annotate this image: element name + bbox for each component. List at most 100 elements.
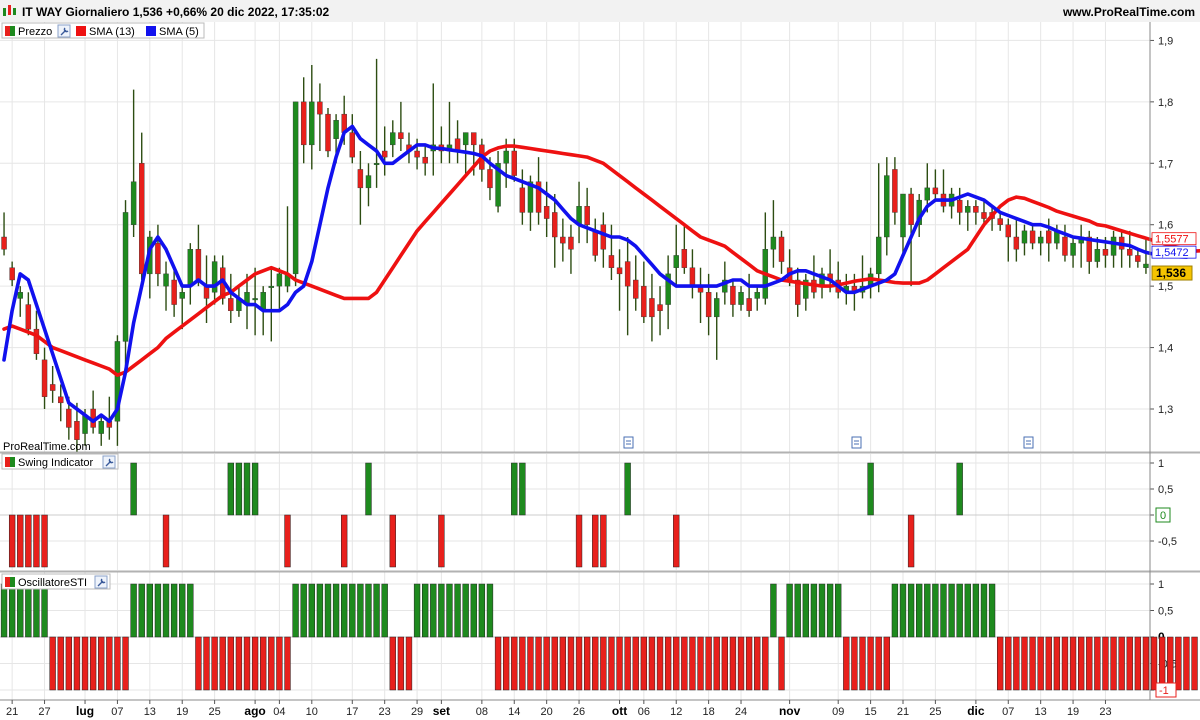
swing-bar xyxy=(600,514,607,568)
oscillator-bar xyxy=(778,636,785,691)
oscillator-bar xyxy=(1013,636,1020,691)
swing-bar xyxy=(511,462,518,516)
y-tick-label: 0,5 xyxy=(1158,606,1173,618)
oscillator-bar xyxy=(454,583,461,638)
swing-bar xyxy=(235,462,243,516)
oscillator-bar xyxy=(478,583,486,638)
oscillator-legend-swatch xyxy=(5,577,15,587)
x-tick-label: 21 xyxy=(6,706,18,718)
oscillator-bar xyxy=(8,583,16,638)
oscillator-bar xyxy=(802,583,809,638)
oscillator-bar xyxy=(73,636,81,691)
wrench-icon[interactable] xyxy=(102,455,116,469)
oscillator-bar xyxy=(65,636,73,691)
candle-body xyxy=(252,298,258,301)
candle-body xyxy=(300,101,307,146)
oscillator-bar xyxy=(357,583,364,638)
oscillator-bar xyxy=(664,636,672,691)
oscillator-bar xyxy=(276,636,283,691)
candle-body xyxy=(58,396,64,404)
oscillator-bar xyxy=(405,636,413,691)
swing-bar xyxy=(8,514,16,568)
oscillator-bar xyxy=(1142,636,1150,691)
x-tick-label: 15 xyxy=(864,706,876,718)
document-icon[interactable] xyxy=(623,436,634,449)
x-tick-label: set xyxy=(433,704,450,718)
oscillator-bar xyxy=(729,636,737,691)
oscillator-legend: OscillatoreSTI xyxy=(1,573,111,590)
candle-body xyxy=(471,132,477,146)
swing-bar xyxy=(162,514,170,568)
oscillator-bar xyxy=(162,583,170,638)
swing-bar xyxy=(624,462,631,516)
oscillator-bar xyxy=(41,583,48,638)
y-tick-label: 1,8 xyxy=(1158,97,1173,109)
candle-body xyxy=(519,187,526,213)
oscillator-bar xyxy=(575,636,583,691)
site-link[interactable]: www.ProRealTime.com xyxy=(1062,5,1195,19)
x-tick-label: nov xyxy=(779,704,801,718)
oscillator-bar xyxy=(268,636,275,691)
oscillator-bar xyxy=(219,636,226,691)
candle-body xyxy=(195,249,202,281)
wrench-icon[interactable] xyxy=(57,24,71,38)
wrench-icon[interactable] xyxy=(94,575,108,589)
oscillator-bar xyxy=(187,583,194,638)
candle-body xyxy=(592,230,598,256)
y-tick-label: 1,9 xyxy=(1158,35,1173,47)
x-tick-label: 08 xyxy=(476,706,488,718)
swing-legend-swatch xyxy=(5,457,15,467)
swing-indicator-label: Swing Indicator xyxy=(18,457,94,469)
oscillator-bar xyxy=(713,636,720,691)
candle-body xyxy=(357,169,364,189)
oscillator-bar xyxy=(195,636,202,691)
candle-body xyxy=(66,408,72,428)
candle-body xyxy=(309,101,315,146)
candle-body xyxy=(1110,236,1117,256)
oscillator-bar xyxy=(940,583,947,638)
candle-body xyxy=(325,113,331,152)
oscillator-bar xyxy=(203,636,210,691)
candle-body xyxy=(633,279,639,299)
swing-bar xyxy=(251,462,259,516)
candle-body xyxy=(1,236,7,250)
oscillator-bar xyxy=(737,636,745,691)
oscillator-bar xyxy=(754,636,761,691)
candle-body xyxy=(738,292,744,305)
x-tick-label: 13 xyxy=(1035,706,1047,718)
oscillator-bar xyxy=(988,583,996,638)
candle-body xyxy=(981,212,987,219)
candle-body xyxy=(187,249,194,287)
swing-bar xyxy=(907,514,915,568)
candle-body xyxy=(1070,242,1076,256)
candle-body xyxy=(398,132,404,139)
oscillator-bar xyxy=(519,636,526,691)
price-plot-bg xyxy=(0,22,1200,452)
x-tick-label: 21 xyxy=(897,706,909,718)
oscillator-bar xyxy=(438,583,445,638)
oscillator-bar xyxy=(462,583,469,638)
oscillator-bar xyxy=(316,583,324,638)
candle-body xyxy=(705,292,712,318)
candle-body xyxy=(511,150,517,176)
oscillator-bar xyxy=(851,636,858,691)
swing-legend: Swing Indicator xyxy=(1,453,119,470)
candle-body xyxy=(365,175,372,189)
document-icon[interactable] xyxy=(851,436,862,449)
candle-body xyxy=(179,292,185,299)
oscillator-bar xyxy=(899,583,907,638)
candle-body xyxy=(754,292,760,299)
oscillator-value-label: -1 xyxy=(1159,685,1169,697)
candle-body xyxy=(1037,236,1044,244)
oscillator-bar xyxy=(25,583,32,638)
candle-body xyxy=(1005,224,1011,238)
candle-body xyxy=(122,212,129,342)
document-icon[interactable] xyxy=(1023,436,1034,449)
x-tick-label: 20 xyxy=(541,706,553,718)
candle-body xyxy=(98,421,104,434)
legend-label-sma13: SMA (13) xyxy=(89,26,135,38)
y-tick-label: -0,5 xyxy=(1158,536,1177,548)
candle-body xyxy=(422,156,428,164)
swing-bar xyxy=(673,514,680,568)
oscillator-bar xyxy=(1077,636,1085,691)
